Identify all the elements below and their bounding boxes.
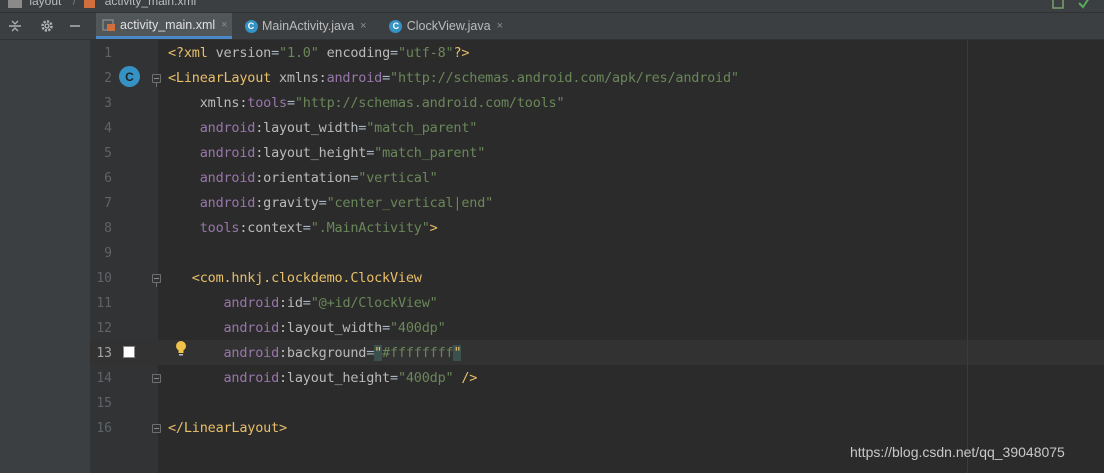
watermark: https://blog.csdn.net/qq_39048075 xyxy=(850,444,1065,460)
gear-icon[interactable] xyxy=(38,17,56,35)
code-line: <?xml version="1.0" encoding="utf-8"?> xyxy=(168,45,470,61)
fold-marker[interactable] xyxy=(152,424,161,433)
line-number-current: 13 xyxy=(96,346,112,361)
line-number: 2 xyxy=(104,71,112,86)
line-number: 16 xyxy=(96,421,112,436)
line-number: 8 xyxy=(104,221,112,236)
project-toolbar xyxy=(0,13,90,40)
line-number: 4 xyxy=(104,121,112,136)
code-line: android:layout_width="400dp" xyxy=(223,320,446,336)
line-number: 15 xyxy=(96,396,112,411)
line-number: 10 xyxy=(96,271,112,286)
line-number: 7 xyxy=(104,196,112,211)
xml-file-icon xyxy=(83,0,97,8)
code-line: </LinearLayout> xyxy=(168,420,287,436)
close-icon[interactable]: × xyxy=(497,20,503,32)
code-line: xmlns:tools="http://schemas.android.com/… xyxy=(199,95,565,111)
code-line: android:gravity="center_vertical|end" xyxy=(199,195,494,211)
code-line: android:orientation="vertical" xyxy=(199,170,438,186)
xml-layout-icon xyxy=(102,18,116,32)
line-number: 6 xyxy=(104,171,112,186)
tab-label: ClockView.java xyxy=(406,19,491,33)
java-class-icon: C xyxy=(389,19,403,33)
tab-label: MainActivity.java xyxy=(262,19,355,33)
right-margin-guide xyxy=(967,40,968,473)
code-line: android:layout_width="match_parent" xyxy=(199,120,478,136)
line-number: 14 xyxy=(96,371,112,386)
tab-clock-view-java[interactable]: C ClockView.java × xyxy=(383,13,509,39)
line-number: 3 xyxy=(104,96,112,111)
checkmark-icon[interactable] xyxy=(1078,0,1090,9)
code-line: android:layout_height="match_parent" xyxy=(199,145,486,161)
hide-panel-icon[interactable] xyxy=(66,17,84,35)
color-preview-swatch[interactable] xyxy=(123,346,135,358)
line-number: 9 xyxy=(104,246,112,261)
fold-marker[interactable] xyxy=(152,274,161,287)
close-icon[interactable]: × xyxy=(360,20,366,32)
breadcrumb: layout / activity_main.xml xyxy=(0,0,1104,13)
folder-icon xyxy=(8,0,22,8)
tab-main-activity-java[interactable]: C MainActivity.java × xyxy=(238,13,376,39)
code-line-current: android:background="#ffffffff" xyxy=(223,345,462,361)
code-line: <LinearLayout xmlns:android="http://sche… xyxy=(168,70,739,86)
project-panel xyxy=(0,40,91,473)
breadcrumb-item-layout[interactable]: layout xyxy=(29,0,61,8)
close-icon[interactable]: × xyxy=(221,19,227,31)
tab-label: activity_main.xml xyxy=(120,17,216,32)
line-number: 12 xyxy=(96,321,112,336)
code-line: tools:context=".MainActivity"> xyxy=(199,220,438,236)
class-gutter-icon[interactable]: C xyxy=(119,66,140,87)
code-line: <com.hnkj.clockdemo.ClockView xyxy=(191,270,422,286)
line-number: 5 xyxy=(104,146,112,161)
line-number: 11 xyxy=(96,296,112,311)
editor-tabs: activity_main.xml × C MainActivity.java … xyxy=(90,13,1104,40)
code-line: android:layout_height="400dp" /> xyxy=(223,370,478,386)
edit-icon[interactable] xyxy=(1052,0,1064,9)
fold-marker[interactable] xyxy=(152,74,161,87)
code-line: android:id="@+id/ClockView" xyxy=(223,295,438,311)
collapse-all-icon[interactable] xyxy=(6,17,24,35)
breadcrumb-item-file[interactable]: activity_main.xml xyxy=(105,0,196,8)
fold-marker[interactable] xyxy=(152,374,161,383)
java-class-icon: C xyxy=(244,19,258,33)
line-number: 1 xyxy=(104,46,112,61)
tab-activity-main-xml[interactable]: activity_main.xml × xyxy=(96,13,232,39)
